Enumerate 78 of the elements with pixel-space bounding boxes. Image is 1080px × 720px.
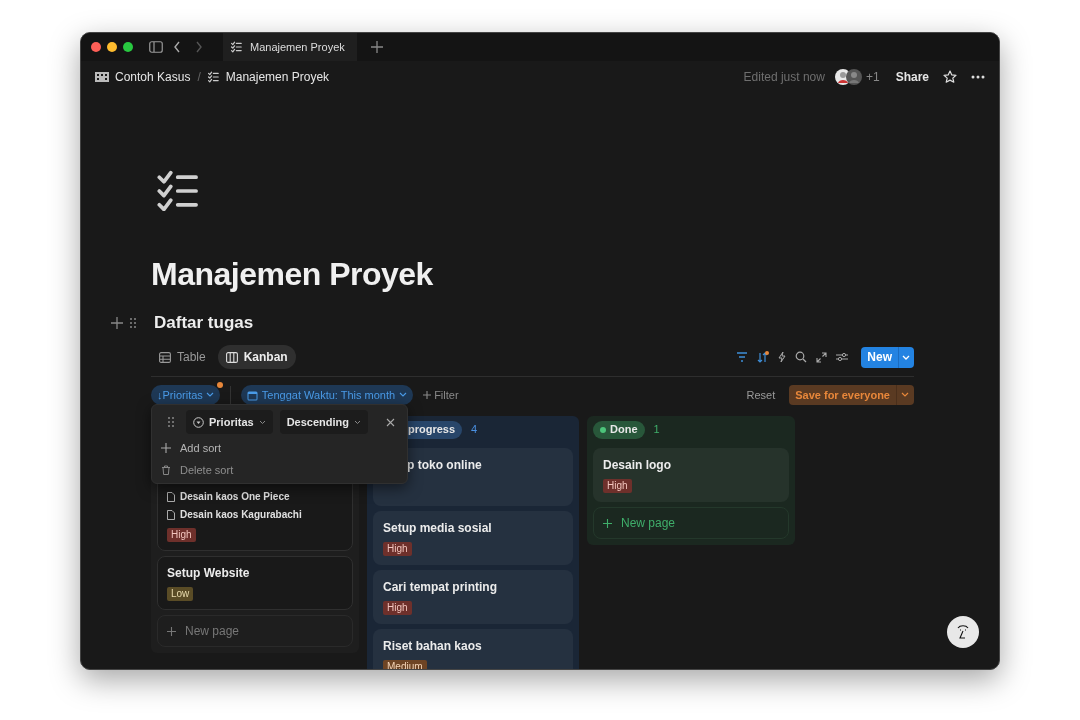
star-icon[interactable] (943, 70, 957, 84)
database-title: Daftar tugas (154, 312, 254, 335)
unsaved-dot-icon (216, 382, 223, 388)
table-icon (159, 351, 171, 363)
back-icon[interactable] (173, 41, 181, 53)
card-title: Cari tempat printing (383, 579, 498, 595)
calendar-icon (246, 389, 258, 401)
task-card[interactable]: Desain logo High (593, 448, 789, 502)
forward-icon[interactable] (195, 41, 203, 53)
task-card[interactable]: Cari tempat printing High (373, 570, 573, 624)
plus-icon (423, 391, 432, 399)
priority-tag: High (383, 542, 412, 556)
delete-sort-button[interactable]: Delete sort (161, 459, 234, 481)
chevron-down-icon (399, 392, 408, 398)
breadcrumb-link[interactable]: Contoh Kasus (115, 68, 191, 86)
trash-icon (161, 465, 171, 475)
card-title: Setup Website (167, 565, 251, 581)
avatar (845, 69, 862, 85)
task-card[interactable]: Setup media sosial High (373, 511, 573, 565)
plus-icon (603, 518, 612, 528)
status-icon (193, 416, 204, 428)
sub-page-link[interactable]: Desain kaos Kagurabachi (180, 507, 302, 522)
breadcrumb-link[interactable]: Manajemen Proyek (225, 68, 330, 86)
priority-tag: Low (167, 587, 194, 601)
new-page-button[interactable]: New page (593, 507, 789, 539)
search-icon[interactable] (795, 351, 808, 363)
settings-icon[interactable] (836, 352, 849, 362)
edited-status: Edited just now (743, 69, 825, 86)
plus-icon (161, 443, 171, 453)
column-count: 1 (653, 422, 660, 438)
column-status-tag: Done (593, 420, 645, 439)
add-block-icon[interactable] (111, 317, 123, 329)
share-button[interactable]: Share (895, 68, 929, 86)
column-count: 4 (471, 422, 478, 438)
view-tab[interactable]: Kanban (217, 345, 296, 369)
priority-tag: High (167, 528, 196, 542)
drag-handle-icon[interactable] (167, 416, 175, 428)
lightning-icon[interactable] (778, 351, 787, 363)
filter-chip[interactable]: Tenggat Waktu: This month (240, 385, 414, 405)
filter-icon[interactable] (736, 352, 749, 362)
checklist-icon (207, 71, 220, 83)
face-icon (956, 624, 970, 640)
browser-tab[interactable]: Manajemen Proyek (223, 33, 357, 61)
chevron-down-icon (354, 419, 361, 425)
sort-chip[interactable]: ↓Prioritas (151, 385, 220, 405)
chevron-down-icon (258, 419, 266, 425)
sidebar-icon[interactable] (149, 41, 163, 53)
chevron-down-icon (205, 392, 214, 398)
columns-icon (225, 351, 238, 363)
page-icon (167, 491, 175, 502)
close-icon[interactable] (386, 417, 395, 427)
add-tab-icon[interactable] (371, 41, 383, 53)
breadcrumb-separator: / (197, 69, 201, 86)
priority-tag: High (383, 601, 412, 615)
help-button[interactable] (947, 616, 979, 648)
view-tab[interactable]: Table (151, 345, 214, 369)
priority-tag: High (603, 479, 632, 493)
sort-direction-dropdown[interactable]: Descending (279, 410, 368, 434)
add-filter-button[interactable]: Filter (423, 386, 459, 404)
sort-icon[interactable] (757, 351, 770, 363)
card-title: Setup media sosial (383, 520, 493, 536)
reset-button[interactable]: Reset (746, 386, 776, 404)
checklist-icon (231, 41, 243, 53)
card-title: Desain logo (603, 457, 672, 473)
collaborator-count: +1 (865, 69, 880, 86)
page-icon (167, 509, 175, 520)
sub-page-link[interactable]: Desain kaos One Piece (180, 489, 290, 504)
card-title: p toko online (406, 457, 483, 474)
expand-icon[interactable] (816, 351, 828, 363)
plus-icon (167, 626, 176, 636)
task-card[interactable]: Setup Website Low (157, 556, 353, 610)
building-icon (95, 72, 109, 82)
new-page-button[interactable]: New page (157, 615, 353, 647)
drag-handle-icon[interactable] (129, 317, 137, 329)
more-icon[interactable] (971, 75, 985, 79)
page-title: Manajemen Proyek (151, 255, 434, 294)
sort-property-dropdown[interactable]: Prioritas (186, 410, 273, 434)
card-title: Riset bahan kaos (383, 638, 483, 654)
